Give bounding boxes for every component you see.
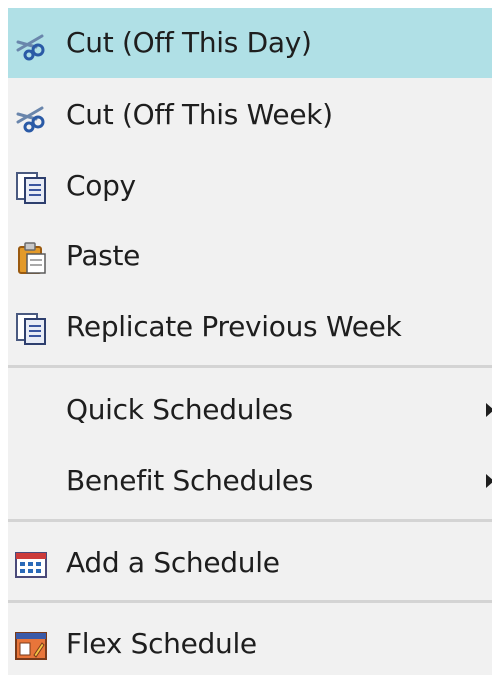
menu-item-add-a-schedule[interactable]: Add a Schedule <box>8 528 492 598</box>
scissors-icon <box>14 100 48 134</box>
replicate-icon <box>14 312 48 346</box>
menu-item-paste[interactable]: Paste <box>8 221 492 291</box>
menu-item-label: Cut (Off This Day) <box>66 26 312 59</box>
menu-item-replicate-previous-week[interactable]: Replicate Previous Week <box>8 292 492 362</box>
menu-item-copy[interactable]: Copy <box>8 151 492 221</box>
submenu-arrow-icon <box>486 403 492 417</box>
calendar-icon <box>14 548 48 582</box>
menu-item-label: Add a Schedule <box>66 546 280 579</box>
menu-item-cut-off-this-day[interactable]: Cut (Off This Day) <box>8 8 492 78</box>
menu-separator <box>8 600 492 603</box>
menu-item-label: Replicate Previous Week <box>66 310 402 343</box>
scissors-icon <box>14 28 48 62</box>
menu-item-label: Quick Schedules <box>66 393 293 426</box>
menu-separator <box>8 365 492 368</box>
menu-item-label: Cut (Off This Week) <box>66 98 333 131</box>
menu-item-label: Benefit Schedules <box>66 464 314 497</box>
copy-icon <box>14 171 48 205</box>
menu-item-quick-schedules[interactable]: Quick Schedules <box>8 375 492 445</box>
menu-item-cut-off-this-week[interactable]: Cut (Off This Week) <box>8 80 492 150</box>
context-menu: Cut (Off This Day) Cut (Off This Week) C… <box>8 8 492 675</box>
menu-item-flex-schedule[interactable]: Flex Schedule <box>8 609 492 679</box>
menu-separator <box>8 519 492 522</box>
menu-item-label: Paste <box>66 239 141 272</box>
flex-schedule-icon <box>14 629 48 663</box>
menu-item-label: Flex Schedule <box>66 627 257 660</box>
menu-item-label: Copy <box>66 169 136 202</box>
paste-icon <box>14 241 48 275</box>
submenu-arrow-icon <box>486 474 492 488</box>
menu-item-benefit-schedules[interactable]: Benefit Schedules <box>8 446 492 516</box>
